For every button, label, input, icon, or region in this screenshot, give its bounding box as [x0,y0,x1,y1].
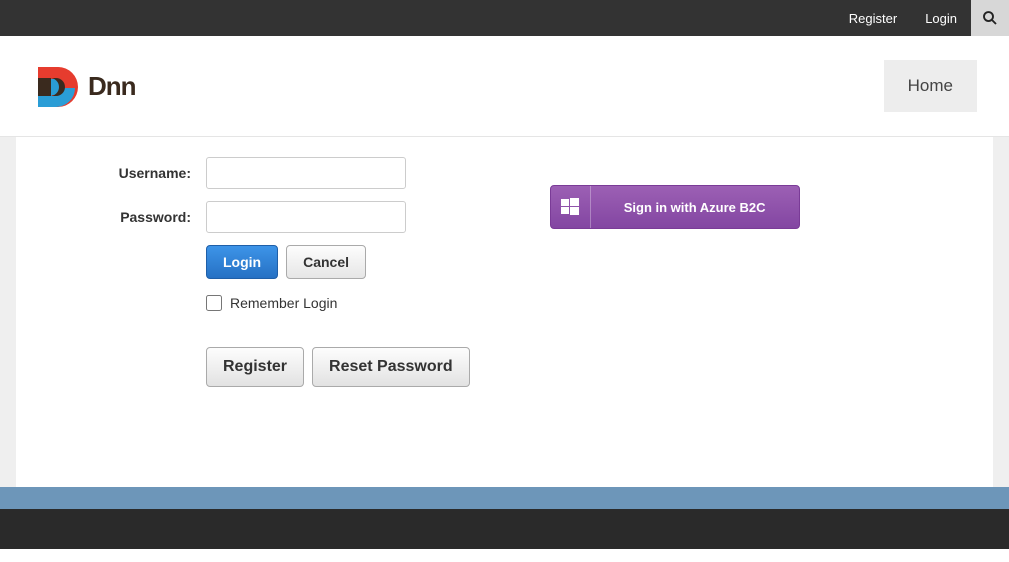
nav-home-link[interactable]: Home [884,60,977,112]
header: Dnn Home [0,36,1009,137]
remember-checkbox[interactable] [206,295,222,311]
search-button[interactable] [971,0,1009,36]
content-area: Username: Password: Login Cancel Remembe… [16,137,993,487]
logo-text: Dnn [88,71,136,102]
logo-mark [32,63,78,109]
page-background: Username: Password: Login Cancel Remembe… [0,137,1009,487]
topbar-register-link[interactable]: Register [835,0,911,36]
username-input[interactable] [206,157,406,189]
password-label: Password: [76,209,206,225]
login-button[interactable]: Login [206,245,278,279]
search-icon [981,9,999,27]
password-input[interactable] [206,201,406,233]
remember-label: Remember Login [230,295,337,311]
azure-button-label: Sign in with Azure B2C [591,200,799,215]
login-form: Username: Password: Login Cancel Remembe… [76,157,470,427]
topbar-login-link[interactable]: Login [911,0,971,36]
azure-section: Sign in with Azure B2C [550,157,800,427]
azure-signin-button[interactable]: Sign in with Azure B2C [550,185,800,229]
windows-icon [551,186,591,228]
blue-strip [0,487,1009,509]
username-label: Username: [76,165,206,181]
reset-password-button[interactable]: Reset Password [312,347,470,387]
logo[interactable]: Dnn [32,63,136,109]
topbar: Register Login [0,0,1009,36]
footer [0,509,1009,549]
cancel-button[interactable]: Cancel [286,245,366,279]
register-button[interactable]: Register [206,347,304,387]
